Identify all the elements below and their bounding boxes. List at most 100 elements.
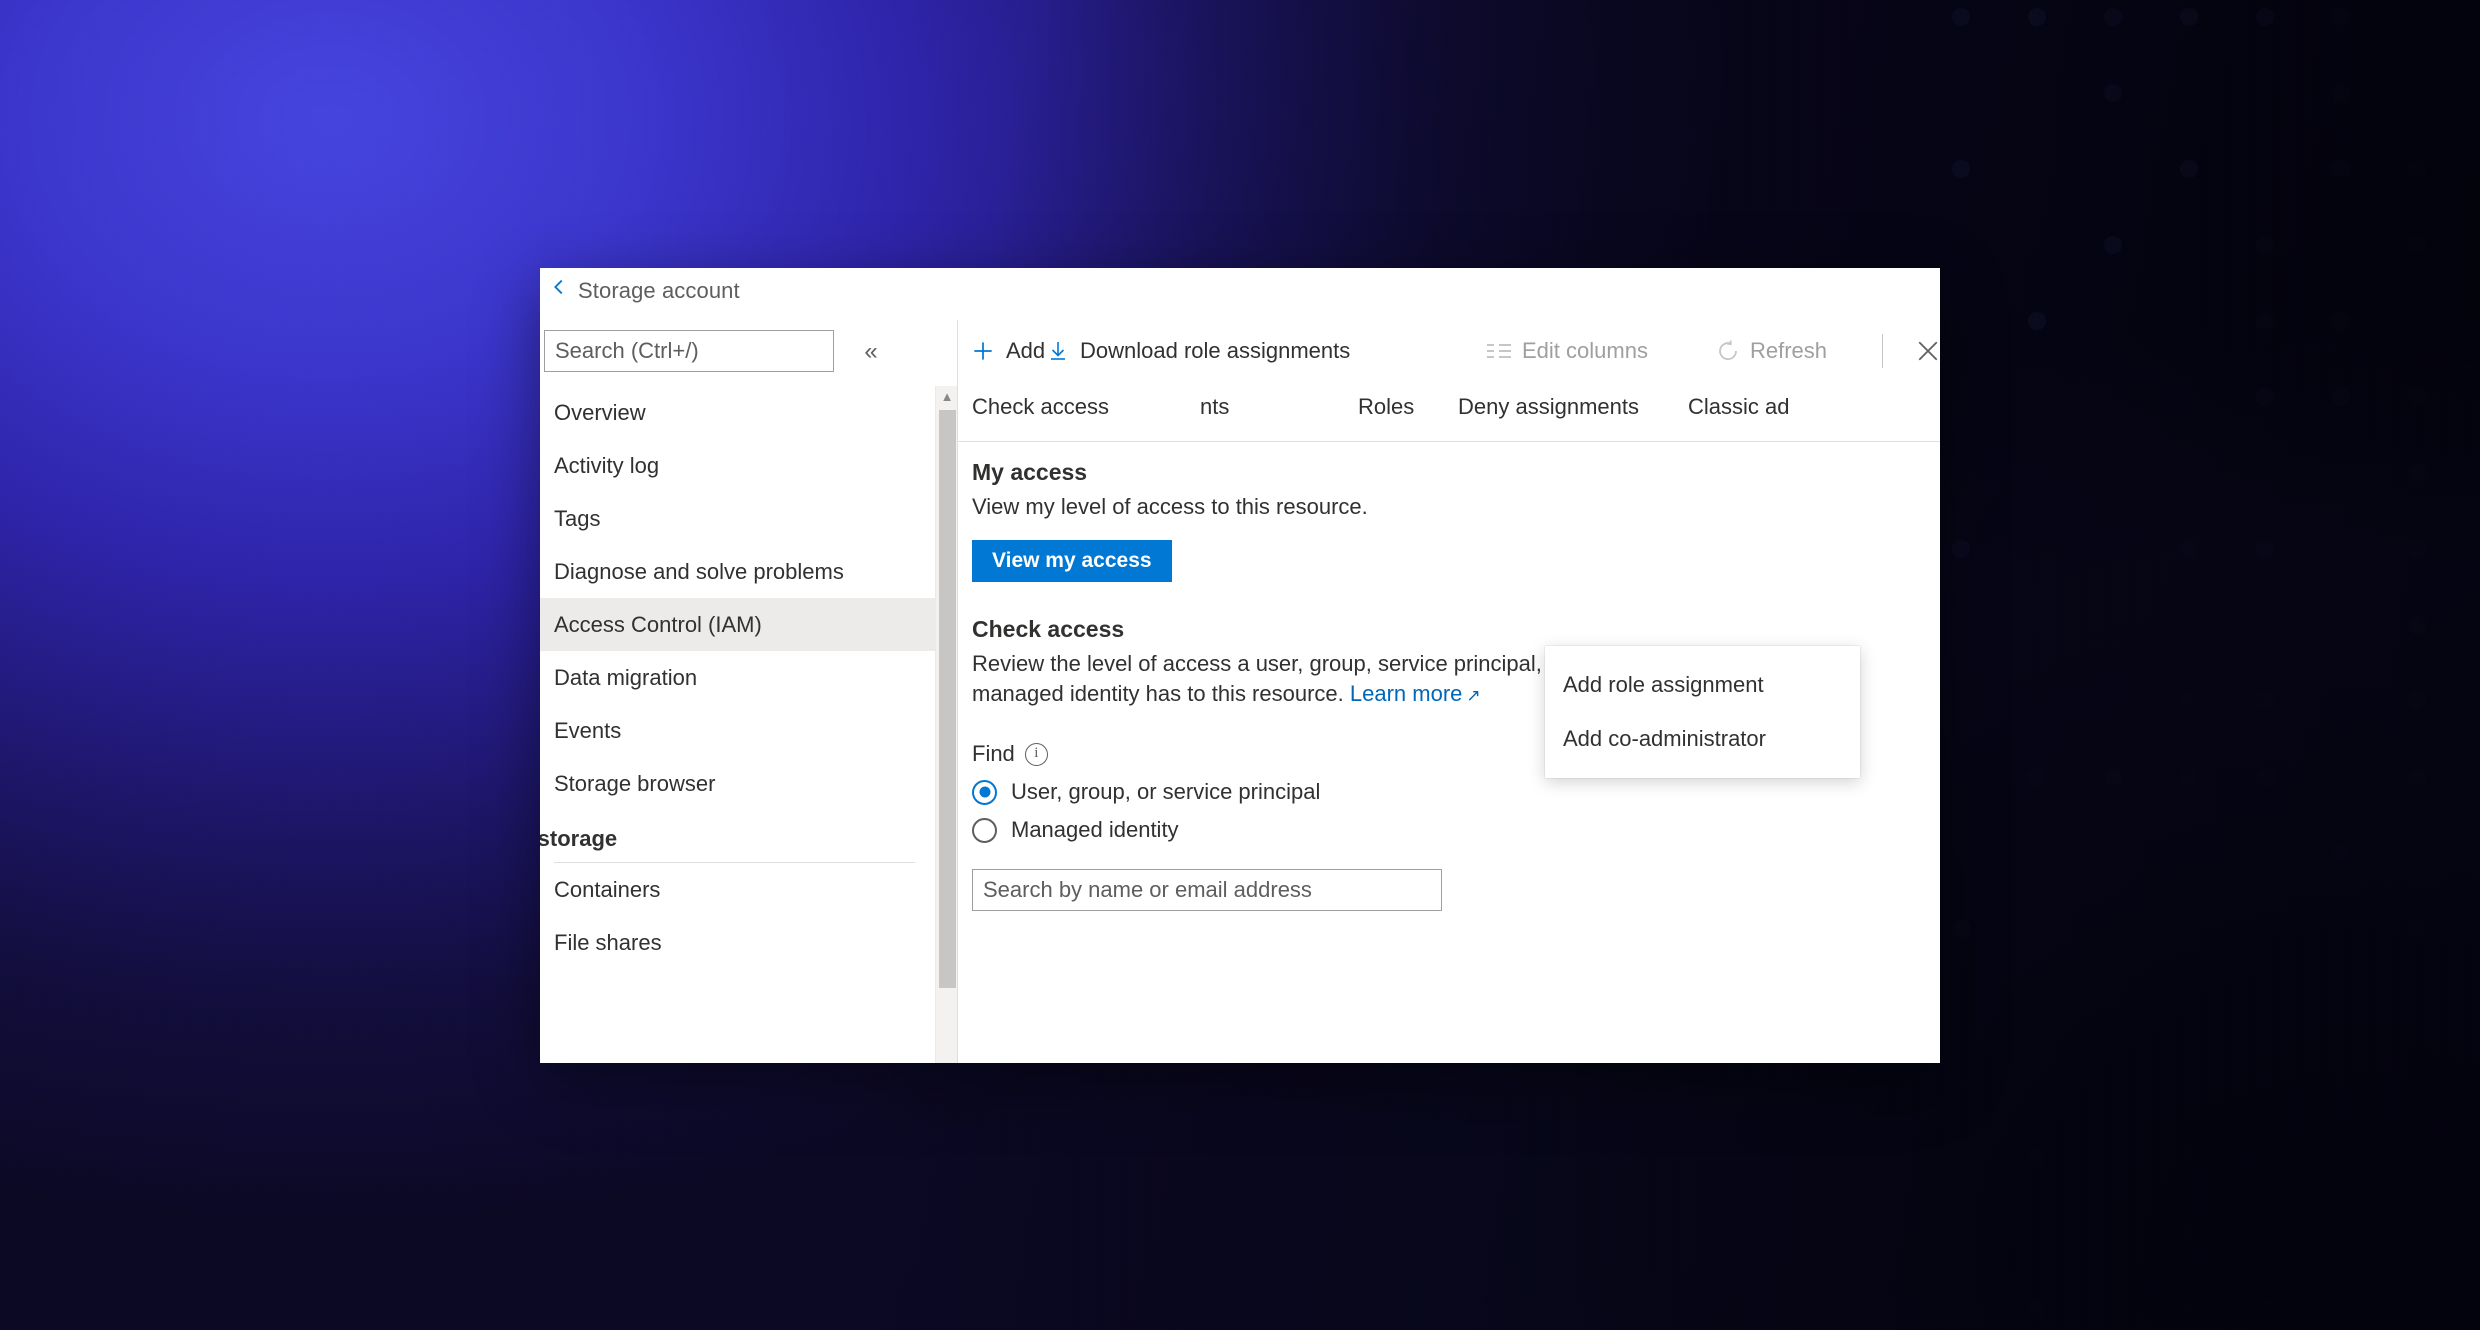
radio-managed-identity[interactable]: Managed identity — [972, 817, 1648, 843]
decorative-dot — [2256, 768, 2274, 786]
radio-user-group-service-principal[interactable]: User, group, or service principal — [972, 779, 1648, 805]
decorative-dot — [2180, 1072, 2198, 1090]
download-role-assignments-button[interactable]: Download role assignments — [1046, 332, 1350, 370]
tab-check-access[interactable]: Check access — [972, 394, 1109, 420]
menu-item-add-co-administrator[interactable]: Add co-administrator — [1545, 712, 1860, 766]
decorative-dot — [2408, 160, 2426, 178]
add-button[interactable]: Add — [970, 332, 1045, 370]
external-link-icon: ↗ — [1466, 686, 1481, 705]
decorative-dot — [2180, 768, 2198, 786]
decorative-dot — [2180, 1148, 2198, 1166]
decorative-dot — [2408, 1072, 2426, 1090]
sidebar-item-file-shares[interactable]: File shares — [540, 916, 935, 969]
radio-button-icon[interactable] — [972, 817, 997, 843]
decorative-dot — [2104, 768, 2122, 786]
sidebar-item-diagnose-and-solve-problems[interactable]: Diagnose and solve problems — [540, 545, 935, 598]
decorative-dot — [2180, 692, 2198, 710]
decorative-dot — [2104, 996, 2122, 1014]
decorative-dot — [1952, 540, 1970, 558]
decorative-dot — [2180, 996, 2198, 1014]
add-dropdown-menu: Add role assignment Add co-administrator — [1545, 646, 1860, 778]
decorative-dot — [2028, 312, 2046, 330]
radio-label-user-group: User, group, or service principal — [1011, 779, 1321, 804]
download-button-label: Download role assignments — [1080, 338, 1351, 363]
decorative-dot — [2332, 996, 2350, 1014]
radio-label-managed-identity: Managed identity — [1011, 817, 1179, 842]
command-bar-separator — [1882, 334, 1883, 368]
scroll-up-arrow-icon[interactable]: ▲ — [936, 386, 958, 408]
decorative-dot — [2256, 1072, 2274, 1090]
decorative-dot — [2408, 692, 2426, 710]
close-button[interactable] — [1908, 332, 1940, 370]
tab-roles[interactable]: Roles — [1358, 394, 1414, 420]
add-button-label: Add — [1006, 338, 1046, 363]
info-icon[interactable]: i — [1024, 742, 1048, 766]
sidebar-group-data-storage: ta storage — [540, 826, 618, 851]
plus-icon — [970, 338, 996, 364]
decorative-dot — [2332, 1148, 2350, 1166]
nav-search-input[interactable] — [544, 330, 834, 372]
download-icon — [1046, 339, 1070, 363]
decorative-dot — [2256, 312, 2274, 330]
decorative-dot — [2104, 8, 2122, 26]
find-label: Find — [972, 741, 1015, 766]
check-access-desc-line2: managed identity has to this resource. — [972, 681, 1344, 706]
sidebar-item-activity-log[interactable]: Activity log — [540, 439, 935, 492]
decorative-dot — [2180, 540, 2198, 558]
sidebar-item-access-control-iam[interactable]: Access Control (IAM) — [540, 598, 935, 651]
title-strip: Storage account — [540, 268, 1940, 320]
decorative-dot — [2180, 1224, 2198, 1242]
nav-search-wrapper — [544, 330, 834, 372]
sidebar-item-overview[interactable]: Overview — [540, 386, 935, 439]
decorative-dot — [2408, 236, 2426, 254]
decorative-dot — [2408, 1224, 2426, 1242]
decorative-dot — [2104, 84, 2122, 102]
decorative-dot — [2408, 768, 2426, 786]
decorative-dot — [2332, 1300, 2350, 1318]
tab-classic-administrators[interactable]: Classic ad — [1688, 394, 1789, 420]
menu-item-add-role-assignment[interactable]: Add role assignment — [1545, 658, 1860, 712]
decorative-dot — [2332, 1072, 2350, 1090]
learn-more-link[interactable]: Learn more — [1350, 681, 1463, 706]
left-nav-panel: « OverviewActivity logTagsDiagnose and s… — [540, 320, 958, 1063]
decorative-dot — [2332, 844, 2350, 862]
decorative-dot — [2028, 1148, 2046, 1166]
decorative-dot — [2332, 1224, 2350, 1242]
sidebar-item-events[interactable]: Events — [540, 704, 935, 757]
decorative-dot — [2256, 616, 2274, 634]
decorative-dot — [2332, 8, 2350, 26]
check-access-title: Check access — [972, 616, 1125, 642]
view-my-access-button[interactable]: View my access — [972, 540, 1172, 582]
decorative-dot — [2180, 8, 2198, 26]
sidebar-item-tags[interactable]: Tags — [540, 492, 935, 545]
decorative-dot — [2028, 1300, 2046, 1318]
decorative-dot — [2028, 768, 2046, 786]
back-chevron-icon[interactable] — [548, 276, 570, 298]
sidebar-item-storage-browser[interactable]: Storage browser — [540, 757, 935, 810]
edit-columns-button[interactable]: Edit columns — [1486, 332, 1648, 370]
decorative-dot — [2256, 1224, 2274, 1242]
tab-bar: Check access nts Roles Deny assignments … — [958, 382, 1940, 442]
nav-scrollbar[interactable]: ▲ — [935, 386, 958, 1063]
edit-columns-label: Edit columns — [1522, 338, 1648, 363]
tab-role-assignments[interactable]: nts — [1200, 394, 1229, 420]
principal-search-input[interactable] — [972, 869, 1442, 911]
decorative-dot — [2256, 8, 2274, 26]
sidebar-item-data-migration[interactable]: Data migration — [540, 651, 935, 704]
refresh-button[interactable]: Refresh — [1716, 332, 1827, 370]
refresh-label: Refresh — [1750, 338, 1828, 363]
decorative-dot — [1952, 160, 1970, 178]
decorative-dot — [2256, 1148, 2274, 1166]
decorative-dot — [2332, 84, 2350, 102]
decorative-dot — [2256, 996, 2274, 1014]
check-access-description: Review the level of access a user, group… — [972, 649, 1592, 711]
decorative-dot — [2408, 920, 2426, 938]
azure-portal-window: Storage account « OverviewActivity logTa… — [540, 268, 1940, 1063]
desktop-backdrop: Storage account « OverviewActivity logTa… — [0, 0, 2480, 1330]
tab-deny-assignments[interactable]: Deny assignments — [1458, 394, 1639, 420]
decorative-dot-grid — [1940, 0, 2480, 1330]
radio-button-selected-icon[interactable] — [972, 779, 997, 805]
collapse-nav-button[interactable]: « — [854, 336, 888, 366]
sidebar-item-containers[interactable]: Containers — [540, 863, 935, 916]
nav-scrollbar-thumb[interactable] — [939, 410, 956, 988]
